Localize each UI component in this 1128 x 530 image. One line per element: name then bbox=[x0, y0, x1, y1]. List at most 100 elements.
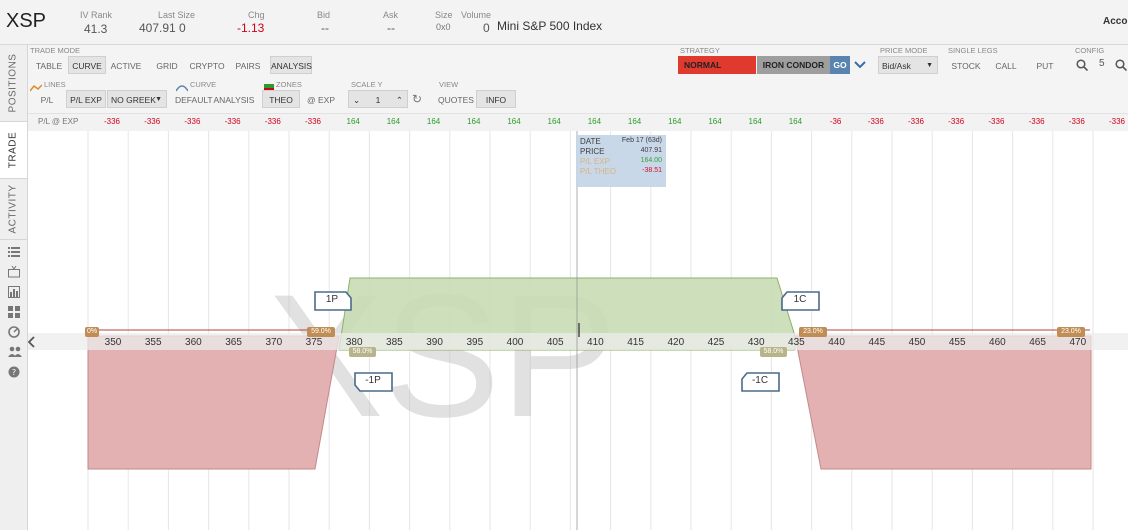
strike-label: 365 bbox=[225, 337, 242, 348]
strike-label: 455 bbox=[949, 337, 966, 348]
pl-exp-toggle[interactable]: P/L EXP bbox=[66, 90, 106, 108]
probability-tag: 23.0% bbox=[799, 327, 827, 337]
strike-label: 415 bbox=[627, 337, 644, 348]
leg-long-call[interactable]: 1C bbox=[781, 291, 820, 311]
view-info[interactable]: INFO bbox=[476, 90, 516, 108]
pl-value: -336 bbox=[144, 117, 161, 126]
pl-value: -336 bbox=[103, 117, 120, 126]
tooltip-pl-exp-label: P/L EXP bbox=[580, 157, 610, 166]
greek-select[interactable]: NO GREEK ▼ bbox=[107, 90, 167, 108]
view-label: VIEW bbox=[439, 80, 459, 89]
trade-mode-table[interactable]: TABLE bbox=[30, 56, 68, 74]
refresh-icon[interactable]: ↻ bbox=[412, 92, 426, 106]
chart-icon[interactable] bbox=[8, 286, 20, 298]
curve-analysis[interactable]: ANALYSIS bbox=[212, 90, 256, 108]
zoom-icon[interactable] bbox=[1076, 58, 1089, 72]
pl-value: -336 bbox=[264, 117, 281, 126]
last-size-value: 407.91 0 bbox=[139, 21, 186, 35]
trade-mode-pairs[interactable]: PAIRS bbox=[228, 56, 268, 74]
iv-rank-value: 41.3 bbox=[84, 22, 108, 36]
tab-positions[interactable]: POSITIONS bbox=[0, 45, 27, 122]
tab-activity[interactable]: ACTIVITY bbox=[0, 179, 27, 240]
chg-label: Chg bbox=[248, 10, 265, 20]
single-leg-stock[interactable]: STOCK bbox=[946, 56, 986, 74]
pl-value: 164 bbox=[547, 117, 561, 126]
config-label: CONFIG bbox=[1075, 46, 1105, 55]
scale-y-control: ⌄ 1 ⌃ bbox=[348, 90, 408, 108]
risk-profile-svg: XSP 350 355 360 365 370 375 380 385 390 395 400 405… bbox=[28, 131, 1128, 530]
pl-theo-toggle[interactable]: P/L THEO bbox=[28, 90, 66, 123]
pl-value: 164 bbox=[627, 117, 642, 126]
pl-at-exp-label: P/L @ EXP bbox=[38, 117, 79, 126]
svg-text:?: ? bbox=[12, 368, 16, 377]
leg-short-call[interactable]: -1C bbox=[741, 372, 780, 392]
trade-mode-grid[interactable]: GRID bbox=[148, 56, 186, 74]
volume-label: Volume bbox=[461, 10, 492, 20]
trade-mode-curve[interactable]: CURVE bbox=[68, 56, 106, 74]
symbol[interactable]: XSP bbox=[6, 10, 46, 33]
pl-value: -336 bbox=[1028, 117, 1045, 126]
chevron-down-icon[interactable]: ⌄ bbox=[353, 91, 360, 109]
pl-value: -336 bbox=[988, 117, 1005, 126]
single-leg-put[interactable]: PUT bbox=[1026, 56, 1064, 74]
lines-label: LINES bbox=[44, 80, 66, 89]
chevron-up-icon[interactable]: ⌃ bbox=[396, 91, 403, 109]
zoom-icon[interactable] bbox=[1115, 58, 1128, 72]
people-icon[interactable] bbox=[8, 346, 22, 358]
go-button[interactable]: GO bbox=[830, 56, 850, 74]
help-icon[interactable]: ? bbox=[8, 366, 20, 378]
strike-label: 355 bbox=[145, 337, 162, 348]
tooltip-date-label: DATE bbox=[580, 137, 601, 146]
pl-value: -336 bbox=[224, 117, 241, 126]
tv-icon[interactable] bbox=[8, 265, 20, 278]
probability-tag: 0% bbox=[85, 327, 99, 337]
last-size-label: Last Size bbox=[158, 10, 196, 20]
chevron-down-icon[interactable] bbox=[853, 58, 869, 72]
strike-label: 385 bbox=[386, 337, 403, 348]
trade-mode-active[interactable]: ACTIVE bbox=[106, 56, 146, 74]
curve-icon bbox=[175, 79, 189, 92]
strike-label: 350 bbox=[105, 337, 122, 348]
view-quotes[interactable]: QUOTES bbox=[436, 90, 476, 108]
tab-trade[interactable]: TRADE bbox=[0, 122, 27, 179]
zones-exp[interactable]: @ EXP bbox=[302, 90, 340, 108]
pl-value: 164 bbox=[748, 117, 762, 126]
scale-y-value: 1 bbox=[375, 95, 381, 105]
price-mode-select[interactable]: Bid/Ask ▼ bbox=[878, 56, 938, 74]
trade-mode-analysis[interactable]: ANALYSIS bbox=[270, 56, 312, 74]
trade-mode-crypto[interactable]: CRYPTO bbox=[186, 56, 228, 74]
pl-value: 164 bbox=[386, 117, 401, 126]
grid-icon[interactable] bbox=[8, 306, 20, 318]
size-value: 0x0 bbox=[436, 22, 451, 32]
pl-value: 164 bbox=[788, 117, 803, 126]
iv-rank-label: IV Rank bbox=[80, 10, 113, 20]
leg-short-put[interactable]: -1P bbox=[354, 372, 393, 392]
strike-label: 400 bbox=[507, 337, 524, 348]
strategy-normal-button[interactable]: NORMAL bbox=[678, 56, 756, 74]
list-icon[interactable] bbox=[8, 246, 20, 258]
strategy-iron-condor-button[interactable]: IRON CONDOR bbox=[757, 56, 830, 74]
scale-y-label: SCALE Y bbox=[351, 80, 383, 89]
lines-icon bbox=[29, 79, 43, 92]
quote-header: XSP IV Rank 41.3 Last Size 407.91 0 Chg … bbox=[0, 0, 1128, 45]
gauge-icon[interactable] bbox=[8, 326, 20, 338]
curve-default[interactable]: DEFAULT bbox=[174, 90, 213, 108]
single-legs-label: SINGLE LEGS bbox=[948, 46, 998, 55]
loss-zone-left bbox=[87, 335, 340, 470]
zones-icon bbox=[264, 79, 274, 92]
pl-value: -336 bbox=[867, 117, 884, 126]
pl-value: 164 bbox=[467, 117, 481, 126]
zones-theo[interactable]: THEO bbox=[262, 90, 300, 108]
strike-label: 360 bbox=[185, 337, 202, 348]
pl-value: -336 bbox=[948, 117, 965, 126]
single-leg-call[interactable]: CALL bbox=[986, 56, 1026, 74]
strike-label: 405 bbox=[547, 337, 564, 348]
strike-label: 425 bbox=[708, 337, 725, 348]
account-menu[interactable]: Accou bbox=[1103, 16, 1128, 27]
risk-profile-chart[interactable]: XSP 350 355 360 365 370 375 380 385 390 395 400 405… bbox=[28, 131, 1128, 530]
size-label: Size bbox=[435, 10, 453, 20]
probability-tag: 58.0% bbox=[760, 347, 787, 357]
pl-value: 164 bbox=[587, 117, 602, 126]
leg-long-put[interactable]: 1P bbox=[314, 291, 352, 311]
strike-label: 410 bbox=[587, 337, 604, 348]
